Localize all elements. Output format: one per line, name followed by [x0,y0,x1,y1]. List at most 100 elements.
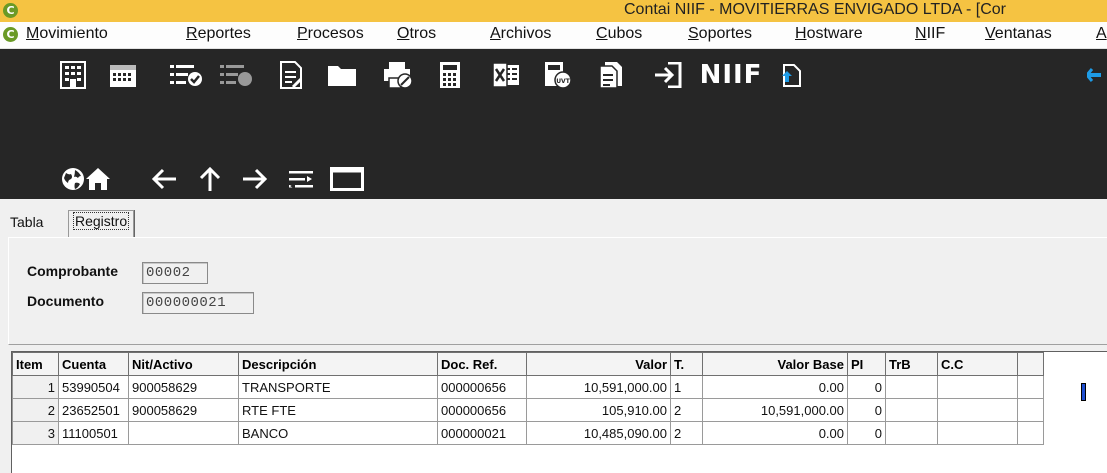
print-edit-icon[interactable] [378,55,418,95]
niif-button[interactable]: NIIF [700,55,762,95]
cell-item[interactable]: 1 [12,375,59,399]
col-descripcion[interactable]: Descripción [238,352,438,376]
toolbar: UVT NIIF [0,49,1107,199]
col-cc[interactable]: C.C [937,352,1018,376]
col-filler [1017,352,1044,376]
cell-filler [1017,421,1044,445]
calculator-uvt-icon[interactable]: UVT [538,55,578,95]
tab-registro[interactable]: Registro [68,210,135,237]
title-bar: C Contai NIIF - MOVITIERRAS ENVIGADO LTD… [0,0,1107,22]
back-arrow-icon[interactable] [144,159,184,199]
menu-procesos[interactable]: Procesos [297,25,364,43]
cell-valor[interactable]: 105,910.00 [526,398,671,422]
cell-descripcion[interactable]: TRANSPORTE [238,375,438,399]
documento-label: Documento [27,293,104,309]
cell-trb[interactable] [885,375,938,399]
menu-cubos[interactable]: Cubos [596,25,642,43]
menu-more[interactable]: A [1096,25,1107,43]
building-icon[interactable] [53,55,93,95]
col-valor[interactable]: Valor [526,352,671,376]
col-cuenta[interactable]: Cuenta [58,352,129,376]
comprobante-field[interactable]: 00002 [142,262,208,284]
cell-cuenta[interactable]: 23652501 [58,398,129,422]
cell-doc-ref[interactable]: 000000656 [437,375,527,399]
transfer-list-icon[interactable] [281,159,321,199]
cell-cuenta[interactable]: 11100501 [58,421,129,445]
cell-doc-ref[interactable]: 000000021 [437,421,527,445]
cell-tipo[interactable]: 1 [670,375,703,399]
cell-pi[interactable]: 0 [847,421,886,445]
cell-cc[interactable] [937,375,1018,399]
cell-tipo[interactable]: 2 [670,421,703,445]
window-title: Contai NIIF - MOVITIERRAS ENVIGADO LTDA … [624,1,1006,18]
menu-soportes[interactable]: Soportes [688,25,752,43]
col-item[interactable]: Item [12,352,59,376]
home-icon[interactable] [78,159,118,199]
upload-document-icon[interactable] [771,55,811,95]
cell-descripcion[interactable]: BANCO [238,421,438,445]
checklist-niif-icon[interactable] [216,55,256,95]
cell-cc[interactable] [937,421,1018,445]
table-row[interactable]: 3 11100501 BANCO 000000021 10,485,090.00… [12,421,1044,445]
cell-valor[interactable]: 10,485,090.00 [526,421,671,445]
excel-icon[interactable] [486,55,526,95]
cell-item[interactable]: 2 [12,398,59,422]
cell-filler [1017,398,1044,422]
col-tipo[interactable]: T. [670,352,703,376]
up-arrow-icon[interactable] [190,159,230,199]
tab-tabla[interactable]: Tabla [6,212,47,232]
documento-field[interactable]: 000000021 [142,292,254,314]
menu-hostware[interactable]: Hostware [795,25,863,43]
col-nit-activo[interactable]: Nit/Activo [128,352,239,376]
cell-nit[interactable]: 900058629 [128,375,239,399]
app-logo-icon: C [3,3,18,18]
menu-otros[interactable]: Otros [397,25,436,43]
sign-in-icon[interactable] [648,55,688,95]
table-row[interactable]: 2 23652501 900058629 RTE FTE 000000656 1… [12,398,1044,422]
cell-valor[interactable]: 10,591,000.00 [526,375,671,399]
cell-trb[interactable] [885,421,938,445]
document-edit-icon[interactable] [271,55,311,95]
cell-tipo[interactable]: 2 [670,398,703,422]
cell-doc-ref[interactable]: 000000656 [437,398,527,422]
cell-trb[interactable] [885,398,938,422]
cell-pi[interactable]: 0 [847,398,886,422]
export-icon[interactable] [1087,55,1107,95]
cell-item[interactable]: 3 [12,421,59,445]
cell-valor-base[interactable]: 0.00 [702,375,848,399]
tab-strip: Tabla Registro [0,208,1107,238]
menu-ventanas[interactable]: Ventanas [985,25,1052,43]
cell-nit[interactable]: 900058629 [128,398,239,422]
grid-header-row: Item Cuenta Nit/Activo Descripción Doc. … [12,352,1044,376]
cell-valor-base[interactable]: 0.00 [702,421,848,445]
cell-nit[interactable] [128,421,239,445]
entries-table: Item Cuenta Nit/Activo Descripción Doc. … [12,352,1044,445]
cell-valor-base[interactable]: 10,591,000.00 [702,398,848,422]
cell-cc[interactable] [937,398,1018,422]
documents-icon[interactable] [591,55,631,95]
col-valor-base[interactable]: Valor Base [702,352,848,376]
entries-grid: Item Cuenta Nit/Activo Descripción Doc. … [11,351,1107,473]
menu-niif[interactable]: NIIF [915,25,945,43]
svg-text:UVT: UVT [556,78,571,85]
calendar-icon[interactable] [103,55,143,95]
menu-reportes[interactable]: Reportes [186,25,251,43]
menu-archivos[interactable]: Archivos [490,25,551,43]
window-icon[interactable] [322,159,372,199]
cell-cuenta[interactable]: 53990504 [58,375,129,399]
folder-icon[interactable] [322,55,362,95]
app-menu-icon[interactable]: C [3,27,18,42]
checklist-icon[interactable] [166,55,206,95]
col-pi[interactable]: PI [847,352,886,376]
col-trb[interactable]: TrB [885,352,938,376]
calculator-icon[interactable] [430,55,470,95]
forward-arrow-icon[interactable] [235,159,275,199]
table-row[interactable]: 1 53990504 900058629 TRANSPORTE 00000065… [12,375,1044,399]
cell-pi[interactable]: 0 [847,375,886,399]
edit-cursor [1081,383,1086,401]
col-doc-ref[interactable]: Doc. Ref. [437,352,527,376]
cell-descripcion[interactable]: RTE FTE [238,398,438,422]
document-header-panel: Comprobante 00002 Documento 000000021 [8,237,1107,345]
menu-movimiento[interactable]: Movimiento [26,25,108,43]
cell-filler [1017,375,1044,399]
